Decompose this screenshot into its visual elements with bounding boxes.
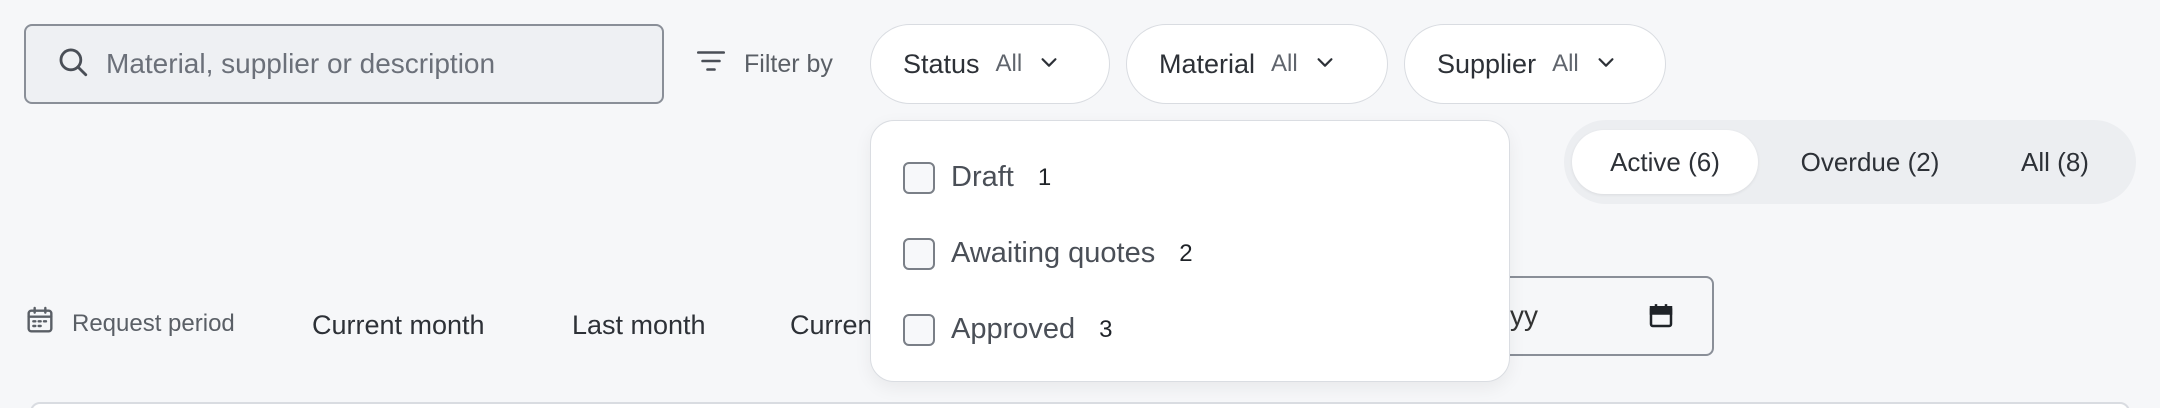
status-option-label: Approved bbox=[951, 313, 1076, 345]
status-filter-button[interactable]: Status All bbox=[870, 24, 1110, 104]
filter-lines-icon bbox=[694, 44, 728, 85]
awaiting-quotes-checkbox[interactable] bbox=[903, 237, 935, 270]
search-input[interactable] bbox=[106, 48, 646, 80]
draft-checkbox[interactable] bbox=[903, 161, 935, 194]
status-option-label: Draft bbox=[951, 161, 1014, 193]
tab-overdue[interactable]: Overdue (2) bbox=[1758, 130, 1982, 194]
approved-checkbox[interactable] bbox=[903, 313, 935, 346]
supplier-filter-button[interactable]: Supplier All bbox=[1404, 24, 1666, 104]
status-option-count: 2 bbox=[1179, 239, 1193, 267]
status-option-awaiting-quotes[interactable]: Awaiting quotes 2 bbox=[903, 237, 1193, 270]
status-option-label: Awaiting quotes bbox=[951, 237, 1156, 269]
status-option-count: 3 bbox=[1099, 315, 1113, 343]
status-option-count: 1 bbox=[1037, 163, 1052, 191]
period-current-month[interactable]: Current month bbox=[312, 310, 485, 341]
chevron-down-icon bbox=[1298, 51, 1336, 78]
status-filter-label: Status bbox=[903, 48, 980, 79]
request-status-tabs: Active (6) Overdue (2) All (8) bbox=[1564, 120, 2136, 204]
search-box[interactable] bbox=[24, 24, 664, 104]
period-current-partial[interactable]: Current bbox=[790, 310, 880, 341]
material-filter-button[interactable]: Material All bbox=[1126, 24, 1388, 104]
filter-by-label: Filter by bbox=[744, 50, 833, 78]
material-filter-value: All bbox=[1271, 50, 1298, 77]
period-last-month[interactable]: Last month bbox=[572, 310, 706, 341]
chevron-down-icon bbox=[1022, 51, 1060, 78]
status-option-approved[interactable]: Approved 3 bbox=[903, 313, 1113, 346]
status-option-draft[interactable]: Draft 1 bbox=[903, 161, 1051, 194]
calendar-icon bbox=[24, 304, 56, 343]
status-dropdown: Draft 1 Awaiting quotes 2 Approved 3 bbox=[870, 120, 1510, 382]
chevron-down-icon bbox=[1579, 51, 1617, 78]
filter-by: Filter by bbox=[694, 44, 833, 85]
results-table-edge bbox=[30, 402, 2130, 408]
tab-all[interactable]: All (8) bbox=[1982, 130, 2128, 194]
tab-active[interactable]: Active (6) bbox=[1572, 130, 1758, 194]
status-filter-value: All bbox=[995, 50, 1023, 77]
request-period-label: Request period bbox=[72, 309, 235, 337]
material-filter-label: Material bbox=[1159, 48, 1256, 79]
request-period: Request period bbox=[24, 304, 235, 343]
search-icon bbox=[56, 45, 90, 84]
supplier-filter-value: All bbox=[1552, 50, 1579, 77]
supplier-filter-label: Supplier bbox=[1437, 48, 1537, 79]
